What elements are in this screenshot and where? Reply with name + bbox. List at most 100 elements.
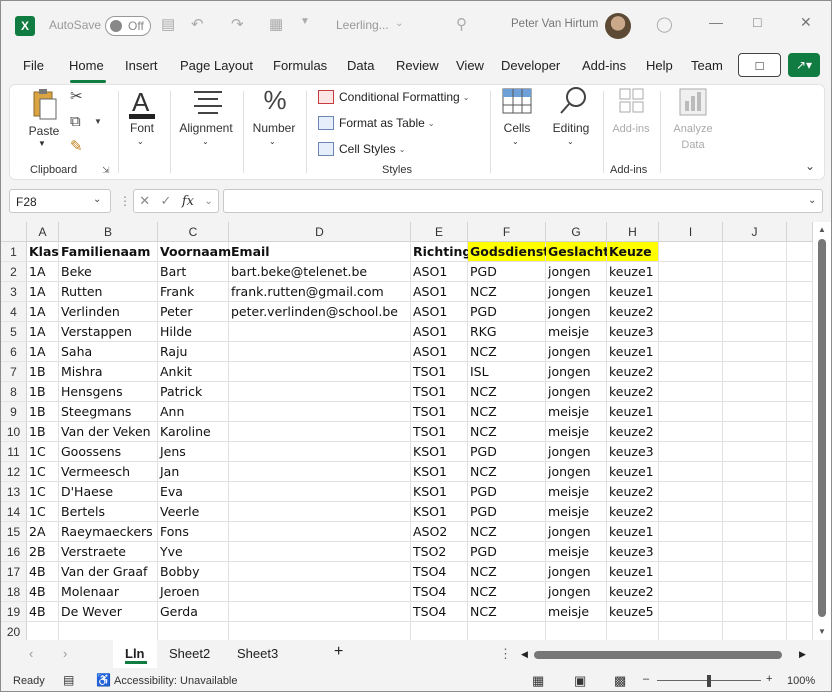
table-cell[interactable]: ASO1 — [411, 322, 468, 342]
tab-file[interactable]: File — [23, 58, 44, 73]
table-cell[interactable]: keuze1 — [607, 282, 659, 302]
table-cell[interactable] — [787, 362, 813, 382]
table-cell[interactable] — [787, 462, 813, 482]
table-cell[interactable] — [229, 422, 411, 442]
header-cell[interactable]: Keuze — [607, 242, 659, 262]
table-cell[interactable] — [787, 422, 813, 442]
cell-styles-button[interactable]: Cell Styles ⌄ — [318, 142, 405, 156]
table-cell[interactable]: NCZ — [468, 602, 546, 622]
table-cell[interactable]: Verstappen — [59, 322, 158, 342]
table-cell[interactable] — [59, 622, 158, 642]
zoom-in-icon[interactable]: + — [766, 673, 772, 685]
tab-options-icon[interactable]: ⋮ — [499, 646, 512, 662]
sheet-tab-sheet2[interactable]: Sheet2 — [169, 646, 210, 661]
table-cell[interactable]: PGD — [468, 262, 546, 282]
table-cell[interactable]: Saha — [59, 342, 158, 362]
table-cell[interactable]: meisje — [546, 422, 607, 442]
table-cell[interactable]: 1C — [27, 502, 59, 522]
table-cell[interactable] — [229, 502, 411, 522]
table-cell[interactable] — [787, 382, 813, 402]
column-header-h[interactable]: H — [607, 222, 659, 242]
font-dropdown-icon[interactable]: ⌄ — [137, 137, 144, 146]
table-cell[interactable]: TSO4 — [411, 602, 468, 622]
table-cell[interactable]: 1B — [27, 362, 59, 382]
table-cell[interactable]: jongen — [546, 262, 607, 282]
maximize-icon[interactable]: □ — [753, 14, 761, 30]
column-header-b[interactable]: B — [59, 222, 158, 242]
table-cell[interactable] — [659, 522, 723, 542]
table-cell[interactable]: 1B — [27, 382, 59, 402]
table-cell[interactable] — [787, 262, 813, 282]
percent-icon[interactable]: % — [260, 85, 290, 116]
table-cell[interactable]: 4B — [27, 582, 59, 602]
table-cell[interactable] — [659, 622, 723, 642]
editing-dropdown-icon[interactable]: ⌄ — [567, 137, 574, 146]
zoom-slider-thumb[interactable] — [707, 675, 711, 687]
table-cell[interactable]: keuze2 — [607, 362, 659, 382]
table-cell[interactable] — [659, 422, 723, 442]
table-cell[interactable]: KSO1 — [411, 462, 468, 482]
table-cell[interactable]: jongen — [546, 462, 607, 482]
table-cell[interactable] — [229, 382, 411, 402]
table-cell[interactable]: peter.verlinden@school.be — [229, 302, 411, 322]
table-cell[interactable]: NCZ — [468, 382, 546, 402]
table-cell[interactable] — [723, 542, 787, 562]
table-cell[interactable]: ASO1 — [411, 262, 468, 282]
table-cell[interactable]: NCZ — [468, 522, 546, 542]
table-cell[interactable]: jongen — [546, 442, 607, 462]
worksheet-grid[interactable]: ABCDEFGHIJ 1 Klas Familienaam Voornaam Email… — [1, 222, 831, 642]
paste-icon[interactable] — [30, 87, 58, 121]
table-cell[interactable] — [158, 622, 229, 642]
table-cell[interactable] — [723, 302, 787, 322]
name-box-dropdown-icon[interactable]: ⌄ — [93, 194, 101, 205]
table-cell[interactable]: Peter — [158, 302, 229, 322]
table-cell[interactable] — [723, 422, 787, 442]
header-cell[interactable] — [723, 242, 787, 262]
tab-developer[interactable]: Developer — [501, 58, 560, 73]
table-cell[interactable]: 1A — [27, 282, 59, 302]
tab-formulas[interactable]: Formulas — [273, 58, 327, 73]
table-cell[interactable]: keuze2 — [607, 482, 659, 502]
user-name[interactable]: Peter Van Hirtum — [511, 18, 598, 30]
accessibility-icon[interactable]: ♿ — [96, 673, 111, 687]
tab-page-layout[interactable]: Page Layout — [180, 58, 253, 73]
table-cell[interactable] — [723, 322, 787, 342]
table-cell[interactable] — [723, 362, 787, 382]
table-cell[interactable] — [787, 242, 813, 262]
table-cell[interactable]: Yve — [158, 542, 229, 562]
table-cell[interactable] — [607, 622, 659, 642]
column-header-d[interactable]: D — [229, 222, 411, 242]
table-cell[interactable] — [659, 462, 723, 482]
number-dropdown-icon[interactable]: ⌄ — [269, 137, 276, 146]
table-cell[interactable] — [659, 402, 723, 422]
lightbulb-icon[interactable]: ◯ — [656, 15, 673, 33]
row-header[interactable]: 7 — [1, 362, 27, 382]
table-cell[interactable]: meisje — [546, 322, 607, 342]
insert-function-button[interactable]: fx — [182, 194, 194, 209]
column-header-f[interactable]: F — [468, 222, 546, 242]
table-cell[interactable]: Jan — [158, 462, 229, 482]
table-cell[interactable]: NCZ — [468, 422, 546, 442]
close-icon[interactable]: ✕ — [800, 14, 812, 31]
table-cell[interactable] — [723, 602, 787, 622]
column-header-e[interactable]: E — [411, 222, 468, 242]
header-cell[interactable]: Email — [229, 242, 411, 262]
table-cell[interactable] — [787, 522, 813, 542]
clipboard-launcher-icon[interactable]: ⇲ — [102, 165, 110, 176]
table-cell[interactable]: Vermeesch — [59, 462, 158, 482]
table-cell[interactable]: De Wever — [59, 602, 158, 622]
tab-view[interactable]: View — [456, 58, 484, 73]
table-cell[interactable]: keuze2 — [607, 502, 659, 522]
table-cell[interactable]: jongen — [546, 302, 607, 322]
table-cell[interactable]: keuze1 — [607, 562, 659, 582]
table-cell[interactable]: keuze1 — [607, 262, 659, 282]
table-cell[interactable]: 4B — [27, 602, 59, 622]
table-cell[interactable]: NCZ — [468, 462, 546, 482]
table-cell[interactable] — [787, 282, 813, 302]
table-cell[interactable]: Mishra — [59, 362, 158, 382]
avatar[interactable] — [605, 13, 631, 39]
table-cell[interactable]: ASO1 — [411, 302, 468, 322]
table-cell[interactable]: meisje — [546, 502, 607, 522]
analyze-data-button-line2[interactable]: Data — [664, 139, 722, 151]
table-cell[interactable] — [723, 482, 787, 502]
